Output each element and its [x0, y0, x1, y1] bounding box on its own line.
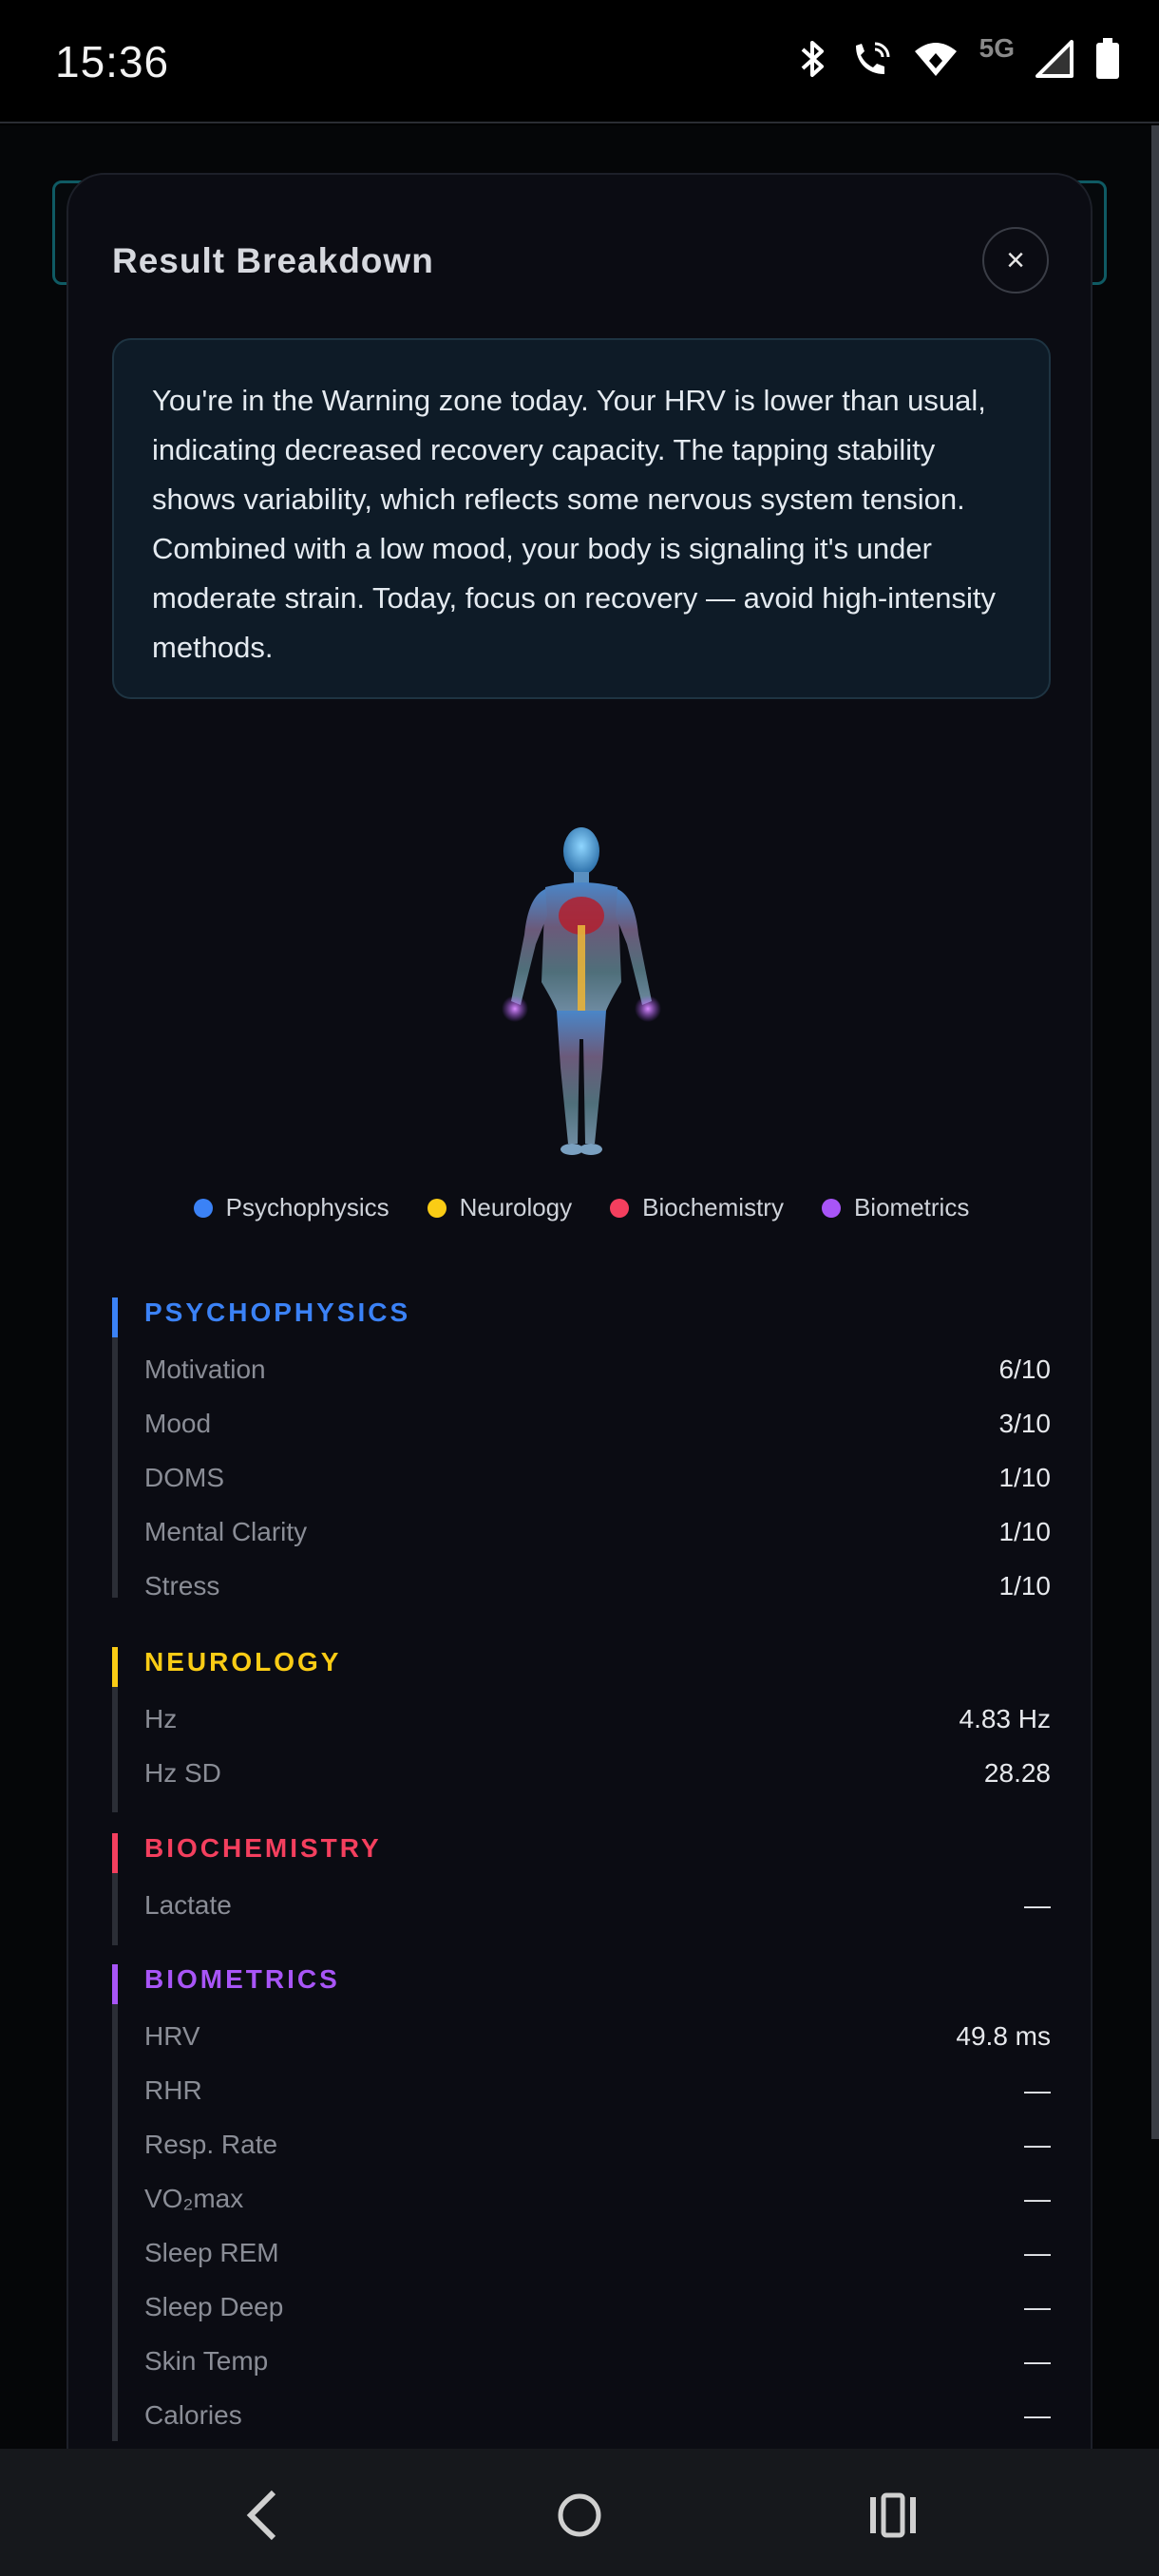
legend-label: Biometrics: [853, 1193, 970, 1222]
metric-row: VO₂max —: [144, 2184, 1051, 2213]
section-accent-bar: [112, 1833, 118, 1873]
metric-row: Stress 1/10: [144, 1571, 1051, 1601]
recents-button[interactable]: [855, 2477, 931, 2553]
recents-icon: [870, 2492, 916, 2538]
legend-item-psychophysics: Psychophysics: [193, 1193, 390, 1222]
section-accent-bar: [112, 1647, 118, 1687]
section-title: PSYCHOPHYSICS: [144, 1297, 411, 1327]
battery-icon: [1094, 38, 1121, 80]
metric-row: DOMS 1/10: [144, 1463, 1051, 1492]
section-title: NEUROLOGY: [144, 1647, 342, 1676]
back-button[interactable]: [224, 2477, 300, 2553]
metric-row: Calories —: [144, 2400, 1051, 2430]
legend-label: Biochemistry: [642, 1193, 784, 1222]
legend-label: Neurology: [459, 1193, 573, 1222]
home-button[interactable]: [542, 2477, 618, 2553]
metric-row: Sleep REM —: [144, 2238, 1051, 2267]
scrollbar[interactable]: [1151, 125, 1159, 2139]
status-bar: 15:36 5G: [0, 0, 1159, 123]
legend-dot: [821, 1198, 841, 1218]
legend-item-biometrics: Biometrics: [821, 1193, 970, 1222]
bluetooth-icon: [797, 40, 829, 78]
metric-row: Motivation 6/10: [144, 1354, 1051, 1384]
legend-dot: [193, 1198, 213, 1218]
legend-item-neurology: Neurology: [427, 1193, 573, 1222]
legend-dot: [427, 1198, 446, 1218]
legend: Psychophysics Neurology Biochemistry Bio…: [68, 1193, 1091, 1222]
legend-label: Psychophysics: [225, 1193, 390, 1222]
metric-row: Hz 4.83 Hz: [144, 1704, 1051, 1733]
status-icons: 5G: [797, 33, 1121, 80]
metric-row: Lactate —: [144, 1890, 1051, 1920]
home-icon: [558, 2493, 601, 2537]
metric-row: Resp. Rate —: [144, 2130, 1051, 2159]
summary-text: You're in the Warning zone today. Your H…: [112, 338, 1051, 699]
section-accent-bar: [112, 1964, 118, 2004]
body-illustration: [486, 821, 676, 1163]
close-button[interactable]: ×: [982, 227, 1049, 294]
back-icon: [246, 2490, 276, 2541]
metric-row: Hz SD 28.28: [144, 1758, 1051, 1788]
wifi-calling-icon: [850, 40, 892, 78]
metric-row: Sleep Deep —: [144, 2292, 1051, 2321]
section-title: BIOMETRICS: [144, 1964, 340, 1994]
metric-row: HRV 49.8 ms: [144, 2021, 1051, 2051]
metric-row: Mental Clarity 1/10: [144, 1517, 1051, 1546]
result-breakdown-modal: Result Breakdown × You're in the Warning…: [66, 173, 1092, 2453]
status-time: 15:36: [55, 37, 170, 86]
wifi-icon: [913, 40, 959, 78]
close-icon: ×: [1006, 241, 1025, 278]
metric-row: Mood 3/10: [144, 1409, 1051, 1438]
navigation-bar: [0, 2449, 1159, 2576]
modal-title: Result Breakdown: [112, 241, 434, 280]
section-accent-bar: [112, 1297, 118, 1337]
metric-row: Skin Temp —: [144, 2346, 1051, 2376]
section-title: BIOCHEMISTRY: [144, 1833, 382, 1863]
metric-row: RHR —: [144, 2075, 1051, 2105]
legend-dot: [610, 1198, 630, 1218]
network-type: 5G: [978, 33, 1015, 63]
legend-item-biochemistry: Biochemistry: [610, 1193, 784, 1222]
signal-icon: [1036, 40, 1074, 78]
